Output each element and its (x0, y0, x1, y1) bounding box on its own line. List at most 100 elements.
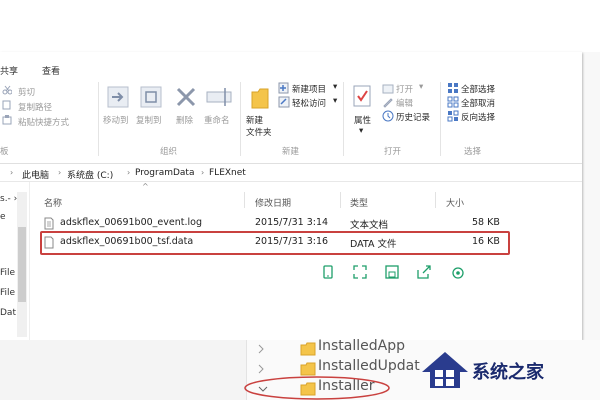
breadcrumb-programdata[interactable]: ProgramData (135, 168, 194, 178)
phone-button[interactable] (314, 260, 342, 284)
column-type[interactable]: 类型 (350, 196, 368, 209)
select-all-button[interactable]: 全部选择 (461, 83, 495, 95)
expand-button[interactable] (346, 260, 374, 284)
properties-icon (353, 85, 371, 107)
share-icon (417, 265, 431, 279)
nav-scrollbar[interactable] (17, 192, 27, 337)
breadcrumb-this-pc[interactable]: 此电脑 (22, 168, 49, 181)
file-modified: 2015/7/31 3:14 (255, 217, 329, 228)
group-separator (240, 82, 241, 156)
highlight-annotation (40, 231, 510, 255)
nav-item[interactable]: Dat (0, 308, 16, 318)
copy-to-button[interactable]: 复制到 (136, 114, 162, 126)
column-size[interactable]: 大小 (446, 196, 464, 209)
address-bar[interactable]: › 此电脑 › 系统盘 (C:) › ProgramData › FLEXnet (0, 164, 582, 182)
file-name[interactable]: adskflex_00691b00_event.log (60, 217, 202, 228)
expand-icon (353, 265, 367, 279)
new-item-icon (278, 82, 289, 94)
chevron-right-icon: › (127, 168, 131, 177)
chevron-right-icon: › (201, 168, 205, 177)
copy-path-icon (2, 100, 11, 110)
chevron-right-icon (258, 344, 264, 354)
column-name[interactable]: 名称 (44, 196, 62, 209)
explorer-window: 共享 查看 剪切 复制路径 粘贴快捷方式 板 移动到 复制到 删除 重命名 组织… (0, 52, 582, 340)
history-icon (382, 110, 394, 122)
column-modified[interactable]: 修改日期 (255, 196, 291, 209)
chevron-right-icon: › (10, 168, 14, 177)
nav-item[interactable]: s.- › (0, 194, 17, 204)
file-row[interactable]: adskflex_00691b00_event.log 2015/7/31 3:… (40, 214, 510, 232)
history-button[interactable]: 历史记录 (396, 111, 430, 123)
save-button[interactable] (378, 260, 406, 284)
rename-button[interactable]: 重命名 (204, 114, 230, 126)
phone-icon (323, 265, 333, 279)
watermark-logo-icon (422, 352, 468, 388)
edit-button[interactable]: 编辑 (396, 97, 413, 109)
highlight-ellipse (244, 376, 390, 400)
new-item-button[interactable]: 新建项目 (292, 83, 326, 95)
column-divider[interactable] (244, 192, 245, 208)
save-icon (385, 265, 399, 279)
breadcrumb-system-drive[interactable]: 系统盘 (C:) (67, 168, 113, 181)
ribbon-tabs: 共享 查看 (0, 52, 582, 78)
cut-button[interactable]: 剪切 (18, 86, 35, 98)
watermark-text: 系统之家 (472, 362, 544, 383)
breadcrumb-flexnet[interactable]: FLEXnet (209, 168, 246, 178)
tab-share[interactable]: 共享 (0, 64, 18, 77)
group-separator (440, 82, 441, 156)
open-dropdown-icon[interactable]: ▾ (419, 82, 423, 92)
easy-access-button[interactable]: 轻松访问 (292, 97, 326, 109)
nav-item[interactable]: File (0, 268, 15, 278)
settings-button[interactable] (444, 260, 472, 284)
share-button[interactable] (410, 260, 438, 284)
file-size: 58 KB (472, 217, 500, 228)
nav-item[interactable]: File (0, 288, 15, 298)
select-none-icon (447, 96, 459, 108)
properties-button[interactable]: 属性 (354, 114, 371, 126)
new-item-dropdown-icon[interactable]: ▾ (333, 82, 337, 92)
copy-to-icon (140, 86, 162, 108)
easy-access-dropdown-icon[interactable]: ▾ (333, 96, 337, 106)
move-to-button[interactable]: 移动到 (103, 114, 129, 126)
group-label-organize: 组织 (160, 147, 178, 157)
select-none-button[interactable]: 全部取消 (461, 97, 495, 109)
group-label-open: 打开 (384, 147, 402, 157)
rename-icon (206, 88, 232, 106)
group-label-select: 选择 (464, 147, 482, 157)
new-folder-label-line2: 文件夹 (246, 128, 272, 138)
edit-icon (383, 98, 393, 108)
paste-shortcut-icon (2, 115, 12, 125)
new-folder-icon (251, 88, 269, 109)
file-type: 文本文档 (350, 220, 389, 231)
properties-dropdown-icon[interactable]: ▾ (359, 126, 363, 136)
column-header-row: ^ 名称 修改日期 类型 大小 (30, 182, 582, 210)
delete-button[interactable]: 删除 (176, 114, 193, 126)
column-divider[interactable] (340, 192, 341, 208)
paste-shortcut-button[interactable]: 粘贴快捷方式 (18, 116, 69, 128)
group-separator (98, 82, 99, 156)
background-folder[interactable]: InstalledApp (318, 338, 405, 354)
column-divider[interactable] (435, 192, 436, 208)
nav-item[interactable]: e (0, 212, 6, 222)
open-button[interactable]: 打开 (396, 83, 413, 95)
group-label-clipboard: 板 (0, 147, 9, 157)
new-folder-button[interactable]: 新建 (246, 114, 263, 126)
gear-icon (452, 267, 464, 279)
sort-up-icon: ^ (142, 182, 149, 191)
scrollbar-thumb[interactable] (18, 227, 26, 302)
folder-icon (300, 342, 316, 356)
window-edge (582, 52, 600, 340)
watermark: 系统之家 (412, 338, 600, 400)
scissors-icon (2, 85, 12, 95)
ribbon: 剪切 复制路径 粘贴快捷方式 板 移动到 复制到 删除 重命名 组织 新建 文件… (0, 78, 582, 164)
invert-selection-button[interactable]: 反向选择 (461, 111, 495, 123)
copy-path-button[interactable]: 复制路径 (18, 101, 52, 113)
invert-selection-icon (447, 110, 459, 122)
easy-access-icon (278, 96, 290, 108)
text-file-icon (44, 217, 54, 230)
move-to-icon (107, 86, 129, 108)
tab-view[interactable]: 查看 (42, 64, 60, 77)
delete-icon (176, 87, 196, 107)
chevron-right-icon: › (58, 168, 62, 177)
group-label-new: 新建 (282, 147, 300, 157)
